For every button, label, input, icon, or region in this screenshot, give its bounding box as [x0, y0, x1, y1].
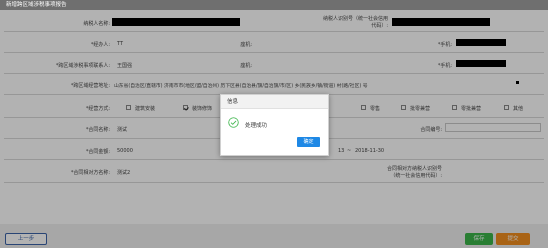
period-separator: ~	[347, 148, 352, 154]
row-contact: *跨区域涉税事项联系人: 王国强 座机: *手机:	[4, 54, 544, 74]
row-address: *跨区域经营地址: 山东省(自治区/直辖市) 济南市市(地区/盟/自治州) 历下…	[4, 75, 544, 95]
checkbox-wholesale-retail[interactable]	[401, 105, 406, 110]
checkbox-decoration[interactable]	[183, 105, 188, 110]
manager-value[interactable]: TT	[117, 41, 123, 47]
period-end[interactable]: 2018-11-30	[355, 148, 384, 154]
contact-value[interactable]: 王国强	[117, 62, 132, 69]
address-mark	[516, 81, 519, 84]
contract-no-label: 合同编号:	[420, 127, 442, 133]
checkbox-retail-wholesale[interactable]	[452, 105, 457, 110]
counterparty-label: *合同相对方名称:	[70, 170, 110, 176]
address-value[interactable]: 山东省(自治区/直辖市) 济南市市(地区/盟/自治州) 历下区县(自治县/旗/自…	[114, 82, 368, 89]
row-manager: *经办人: TT 座机: *手机:	[4, 33, 544, 53]
row-counterparty: *合同相对方名称: 测试2 合同相对方纳税人识别号 （统一社会信用代码）:	[4, 161, 544, 183]
taxpayer-name-label: 纳税人名称:	[83, 21, 110, 27]
counterparty-id-label-2: （统一社会信用代码）:	[390, 173, 442, 179]
contract-name-value[interactable]: 测试	[117, 126, 127, 133]
contract-amount-label: *合同金额:	[85, 149, 110, 155]
phone2-label: 座机:	[240, 63, 252, 69]
manager-label: *经办人:	[90, 42, 110, 48]
taxpayer-id-label-1: 纳税人识别号（统一社会信用	[322, 16, 388, 22]
operation-mode-label: *经营方式:	[85, 106, 110, 112]
mobile-label: *手机:	[437, 42, 452, 48]
mobile2-label: *手机:	[437, 63, 452, 69]
contact-label: *跨区域涉税事项联系人:	[55, 63, 110, 69]
checkbox-wholesale-retail-label: 批零兼营	[410, 106, 431, 112]
counterparty-id-label-1: 合同相对方纳税人识别号	[386, 166, 442, 172]
mobile-redacted	[456, 39, 506, 46]
checkbox-other[interactable]	[504, 105, 509, 110]
row-taxpayer: 纳税人名称: 纳税人识别号（统一社会信用 代码）:	[4, 12, 544, 32]
checkbox-retail[interactable]	[361, 105, 366, 110]
mobile2-redacted	[456, 60, 506, 67]
checkbox-other-label: 其他	[513, 106, 524, 112]
checkbox-construction[interactable]	[126, 105, 131, 110]
footer-bar: 上一步 保存 提交	[0, 224, 548, 248]
taxpayer-id-redacted	[392, 18, 490, 26]
info-dialog: 信息 处理成功 确定	[220, 94, 329, 156]
window-title: 新增跨区域涉税事项报告	[0, 0, 548, 10]
prev-button[interactable]: 上一步	[5, 233, 47, 245]
taxpayer-id-label-2: 代码）:	[371, 23, 388, 29]
dialog-message: 处理成功	[245, 123, 268, 129]
period-start[interactable]: 13	[338, 148, 344, 154]
checkbox-decoration-label: 装饰修饰	[192, 106, 213, 112]
taxpayer-name-redacted	[112, 18, 240, 26]
counterparty-value[interactable]: 测试2	[117, 169, 130, 176]
address-label: *跨区域经营地址:	[70, 83, 110, 89]
success-check-icon	[228, 117, 239, 128]
checkbox-retail-label: 零售	[370, 106, 381, 112]
ok-button[interactable]: 确定	[297, 137, 320, 147]
contract-name-label: *合同名称:	[85, 127, 110, 133]
save-button[interactable]: 保存	[465, 233, 493, 245]
checkbox-construction-label: 建筑安装	[135, 106, 156, 112]
submit-button[interactable]: 提交	[496, 233, 530, 245]
contract-no-input[interactable]	[445, 123, 541, 132]
contract-amount-value[interactable]: 50000	[117, 148, 133, 154]
checkbox-retail-wholesale-label: 零批兼营	[461, 106, 482, 112]
dialog-title: 信息	[221, 95, 328, 109]
phone-label: 座机:	[240, 42, 252, 48]
